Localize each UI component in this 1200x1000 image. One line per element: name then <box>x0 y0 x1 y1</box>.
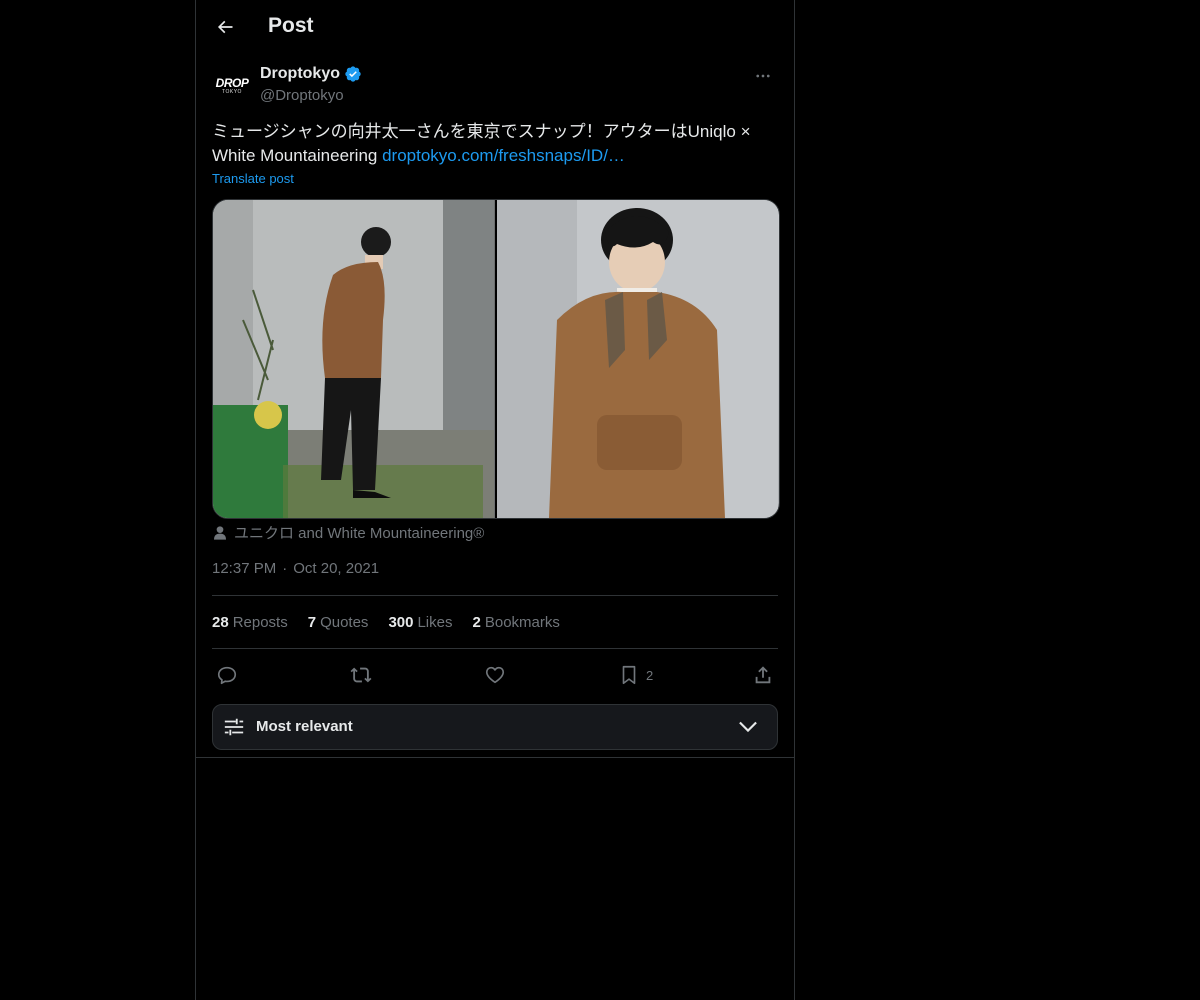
quotes-stat[interactable]: 7 Quotes <box>308 614 369 631</box>
repost-icon <box>350 667 372 683</box>
post-text-line2: White Mountaineering <box>212 146 383 165</box>
reply-sort-dropdown[interactable]: Most relevant <box>212 704 778 750</box>
reply-icon <box>217 666 237 685</box>
avatar-logo-text: DROP <box>215 75 249 90</box>
arrow-left-icon <box>217 20 233 34</box>
post-date: Oct 20, 2021 <box>293 560 380 577</box>
tagged-users-text: ユニクロ and White Mountaineering® <box>234 525 485 542</box>
reposts-label: Reposts <box>232 614 288 631</box>
divider <box>212 595 778 596</box>
avatar-logo-subtext: TOKYO <box>222 88 242 95</box>
quotes-count: 7 <box>307 614 317 631</box>
photo-left-image <box>213 200 494 518</box>
reply-button[interactable] <box>216 660 238 690</box>
photo-left[interactable] <box>213 200 495 518</box>
bookmark-count: 2 <box>646 667 654 683</box>
quotes-label: Quotes <box>320 614 369 631</box>
divider <box>196 757 794 758</box>
action-bar: 2 <box>212 660 778 690</box>
media-grid <box>212 199 780 519</box>
bookmarks-count: 2 <box>472 614 481 631</box>
photo-right-image <box>497 200 778 518</box>
likes-label: Likes <box>417 614 453 631</box>
post-text: ミュージシャンの向井太一さんを東京でスナップ！アウターはUniqlo × Whi… <box>212 120 772 168</box>
bookmark-icon <box>622 665 636 685</box>
page-title: Post <box>268 14 314 37</box>
reposts-count: 28 <box>212 614 229 631</box>
avatar[interactable]: DROP TOKYO <box>212 66 252 106</box>
likes-stat[interactable]: 300 Likes <box>388 614 452 631</box>
chevron-down-icon <box>739 721 757 733</box>
repost-button[interactable] <box>350 660 372 690</box>
post-link[interactable]: droptokyo.com/freshsnaps/ID/… <box>382 146 625 165</box>
share-icon <box>755 666 771 684</box>
sort-label: Most relevant <box>256 718 353 735</box>
divider <box>212 648 778 649</box>
author-display-name[interactable]: Droptokyo <box>260 65 340 83</box>
reposts-stat[interactable]: 28 Reposts <box>212 614 288 631</box>
post-stats: 28 Reposts 7 Quotes 300 Likes 2 Bookmarks <box>212 614 560 631</box>
post-timestamp[interactable]: 12:37 PM · Oct 20, 2021 <box>212 560 379 577</box>
share-button[interactable] <box>752 660 774 690</box>
bookmarks-stat[interactable]: 2 Bookmarks <box>473 614 560 631</box>
more-options-button[interactable] <box>748 64 778 88</box>
tagged-users[interactable]: ユニクロ and White Mountaineering® <box>212 522 484 543</box>
post-text-line1: ミュージシャンの向井太一さんを東京でスナップ！アウターはUniqlo × <box>212 122 751 141</box>
timestamp-separator: · <box>282 560 288 577</box>
back-button[interactable] <box>210 12 240 42</box>
author-name-row: Droptokyo <box>260 65 362 83</box>
heart-icon <box>485 666 505 684</box>
main-column: Post DROP TOKYO Droptokyo @Droptokyo ミュー… <box>195 0 795 1000</box>
more-dots-icon <box>756 74 770 78</box>
page-header: Post <box>196 0 794 54</box>
like-button[interactable] <box>484 660 506 690</box>
photo-right[interactable] <box>497 200 779 518</box>
author-handle[interactable]: @Droptokyo <box>260 87 344 104</box>
filter-sliders-icon <box>224 718 244 736</box>
bookmarks-label: Bookmarks <box>484 614 560 631</box>
person-icon <box>214 525 226 540</box>
verified-badge-icon <box>345 66 361 82</box>
translate-post-link[interactable]: Translate post <box>212 171 294 186</box>
likes-count: 300 <box>388 614 414 631</box>
bookmark-button[interactable]: 2 <box>618 660 653 690</box>
post-time: 12:37 PM <box>212 560 277 577</box>
